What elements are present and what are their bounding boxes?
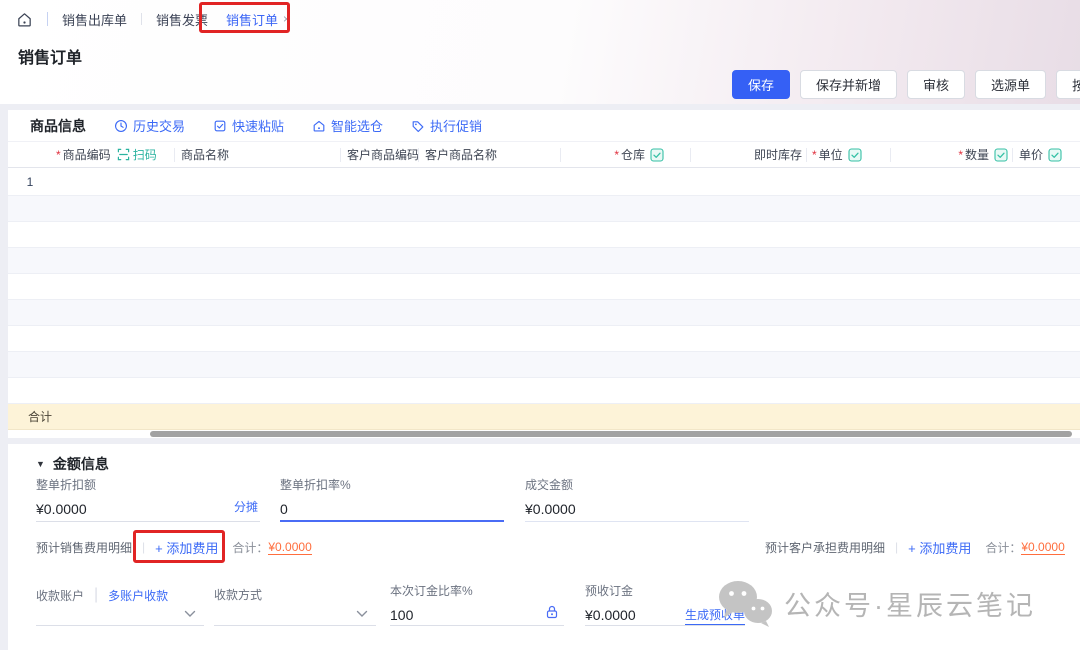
batch-edit-icon[interactable] — [994, 148, 1008, 162]
table-row[interactable] — [8, 248, 1080, 274]
select-source-button[interactable]: 选源单 — [975, 70, 1046, 99]
save-and-new-button[interactable]: 保存并新增 — [800, 70, 897, 99]
column-header-unit: * 单位 — [806, 148, 890, 162]
tab-sales-invoice[interactable]: 销售发票 — [156, 10, 208, 29]
deal-amount-field: 成交金额 ¥0.0000 — [525, 476, 749, 522]
amount-section-title: 金额信息 — [53, 454, 109, 474]
tab-bar: 销售出库单 销售发票 销售订单 × — [0, 0, 290, 38]
add-sales-fee-button[interactable]: + 添加费用 — [155, 538, 218, 557]
quick-paste-link[interactable]: 快速粘贴 — [213, 116, 284, 135]
home-icon[interactable] — [16, 11, 33, 28]
lock-icon[interactable] — [544, 604, 560, 620]
customer-fee-total[interactable]: ¥0.0000 — [1021, 540, 1064, 555]
promotion-link[interactable]: 执行促销 — [411, 116, 482, 135]
tab-sales-outbound[interactable]: 销售出库单 — [62, 10, 127, 29]
warehouse-icon — [312, 119, 326, 133]
smart-warehouse-link[interactable]: 智能选仓 — [312, 116, 383, 135]
deposit-field[interactable]: 预收订金 ¥0.0000 生成预收单 — [585, 582, 745, 626]
save-button[interactable]: 保存 — [732, 70, 790, 99]
generate-receipt-link[interactable]: 生成预收单 — [685, 606, 745, 625]
product-toolbar: 商品信息 历史交易 快速粘贴 智能选仓 执行促销 — [8, 110, 1080, 142]
deposit-rate-field[interactable]: 本次订金比率% 100 — [390, 582, 564, 626]
tab-close-icon[interactable]: × — [283, 12, 290, 26]
field-label: 本次订金比率% — [390, 582, 564, 599]
scan-code-button[interactable]: 扫码 — [117, 148, 157, 162]
divider: | — [94, 586, 98, 604]
tab-divider — [141, 13, 142, 25]
table-row[interactable] — [8, 300, 1080, 326]
scrollbar-thumb[interactable] — [150, 431, 1072, 437]
multi-account-link[interactable]: 多账户收款 — [108, 587, 168, 604]
customer-fee-row: 预计客户承担费用明细 | + 添加费用 合计： ¥0.0000 — [765, 535, 1065, 559]
page-title: 销售订单 — [18, 44, 82, 68]
collapse-triangle-icon: ▼ — [36, 459, 45, 469]
field-label: 整单折扣率% — [280, 476, 504, 493]
product-info-card: 商品信息 历史交易 快速粘贴 智能选仓 执行促销 — [8, 110, 1080, 438]
field-value[interactable]: ¥0.0000 — [36, 501, 260, 517]
total-label: 合计： — [985, 539, 1021, 556]
field-value[interactable]: 100 — [390, 607, 564, 623]
row-number: 1 — [8, 175, 52, 189]
horizontal-scrollbar[interactable] — [8, 430, 1080, 438]
tab-sales-order[interactable]: 销售订单 — [226, 10, 278, 29]
scan-icon — [117, 148, 130, 161]
field-value[interactable]: 0 — [280, 501, 504, 517]
field-value: ¥0.0000 — [525, 501, 749, 517]
column-header-rownum — [8, 148, 52, 162]
chevron-down-icon[interactable] — [356, 610, 368, 618]
column-header-customer-code: 客户商品编码 — [340, 148, 418, 162]
table-row[interactable]: 1 — [8, 168, 1080, 196]
table-row[interactable] — [8, 378, 1080, 404]
tag-icon — [411, 119, 425, 133]
table-header-row: * 商品编码 扫码 商品名称 客户商品编码 客户商品名称 * 仓库 — [8, 142, 1080, 168]
chevron-down-icon[interactable] — [184, 610, 196, 618]
batch-edit-icon[interactable] — [1048, 148, 1062, 162]
column-header-product-name: 商品名称 — [174, 148, 340, 162]
checkbox-icon — [213, 119, 227, 133]
batch-edit-icon[interactable] — [848, 148, 862, 162]
column-header-product-code: * 商品编码 扫码 — [52, 148, 174, 162]
top-header: 销售出库单 销售发票 销售订单 × 销售订单 保存 保存并新增 审核 选源单 按… — [0, 0, 1080, 104]
field-label: 成交金额 — [525, 476, 749, 493]
amount-info-card: ▼ 金额信息 整单折扣额 ¥0.0000 分摊 整单折扣率% 0 成交金额 ¥0… — [8, 444, 1080, 650]
sales-fee-row: 预计销售费用明细 | + 添加费用 合计： ¥0.0000 — [36, 535, 312, 559]
sales-fee-label: 预计销售费用明细 — [36, 539, 132, 556]
table-row[interactable] — [8, 326, 1080, 352]
column-header-price: 单价 — [1012, 148, 1080, 162]
amount-section-header[interactable]: ▼ 金额信息 — [36, 454, 109, 474]
batch-edit-icon[interactable] — [650, 148, 664, 162]
payment-method-field[interactable]: 收款方式 — [214, 586, 376, 626]
audit-button[interactable]: 审核 — [907, 70, 965, 99]
action-buttons: 保存 保存并新增 审核 选源单 按BOM生 — [732, 70, 1080, 99]
spread-link[interactable]: 分摊 — [234, 498, 258, 515]
customer-fee-label: 预计客户承担费用明细 — [765, 539, 885, 556]
field-label: 整单折扣额 — [36, 476, 260, 493]
history-trade-link[interactable]: 历史交易 — [114, 116, 185, 135]
column-header-warehouse: * 仓库 — [560, 148, 690, 162]
bom-button[interactable]: 按BOM生 — [1056, 70, 1080, 99]
column-header-stock: 即时库存 — [690, 148, 806, 162]
field-label: 预收订金 — [585, 582, 745, 599]
sales-fee-total[interactable]: ¥0.0000 — [268, 540, 311, 555]
clock-icon — [114, 119, 128, 133]
table-row[interactable] — [8, 196, 1080, 222]
divider: | — [895, 540, 898, 554]
discount-amount-field[interactable]: 整单折扣额 ¥0.0000 分摊 — [36, 476, 260, 522]
discount-rate-field[interactable]: 整单折扣率% 0 — [280, 476, 504, 522]
table-row[interactable] — [8, 222, 1080, 248]
field-label: 收款账户 — [36, 587, 84, 604]
total-row: 合计 — [8, 404, 1080, 430]
total-label: 合计： — [232, 539, 268, 556]
table-row[interactable] — [8, 352, 1080, 378]
column-header-customer-name: 客户商品名称 — [418, 148, 560, 162]
field-label: 收款方式 — [214, 586, 376, 603]
column-header-quantity: * 数量 — [890, 148, 1012, 162]
payment-account-field[interactable]: 收款账户 | 多账户收款 — [36, 586, 204, 626]
product-section-title: 商品信息 — [30, 116, 86, 136]
tab-divider — [47, 12, 48, 26]
divider: | — [142, 540, 145, 554]
table-row[interactable] — [8, 274, 1080, 300]
add-customer-fee-button[interactable]: + 添加费用 — [908, 538, 971, 557]
